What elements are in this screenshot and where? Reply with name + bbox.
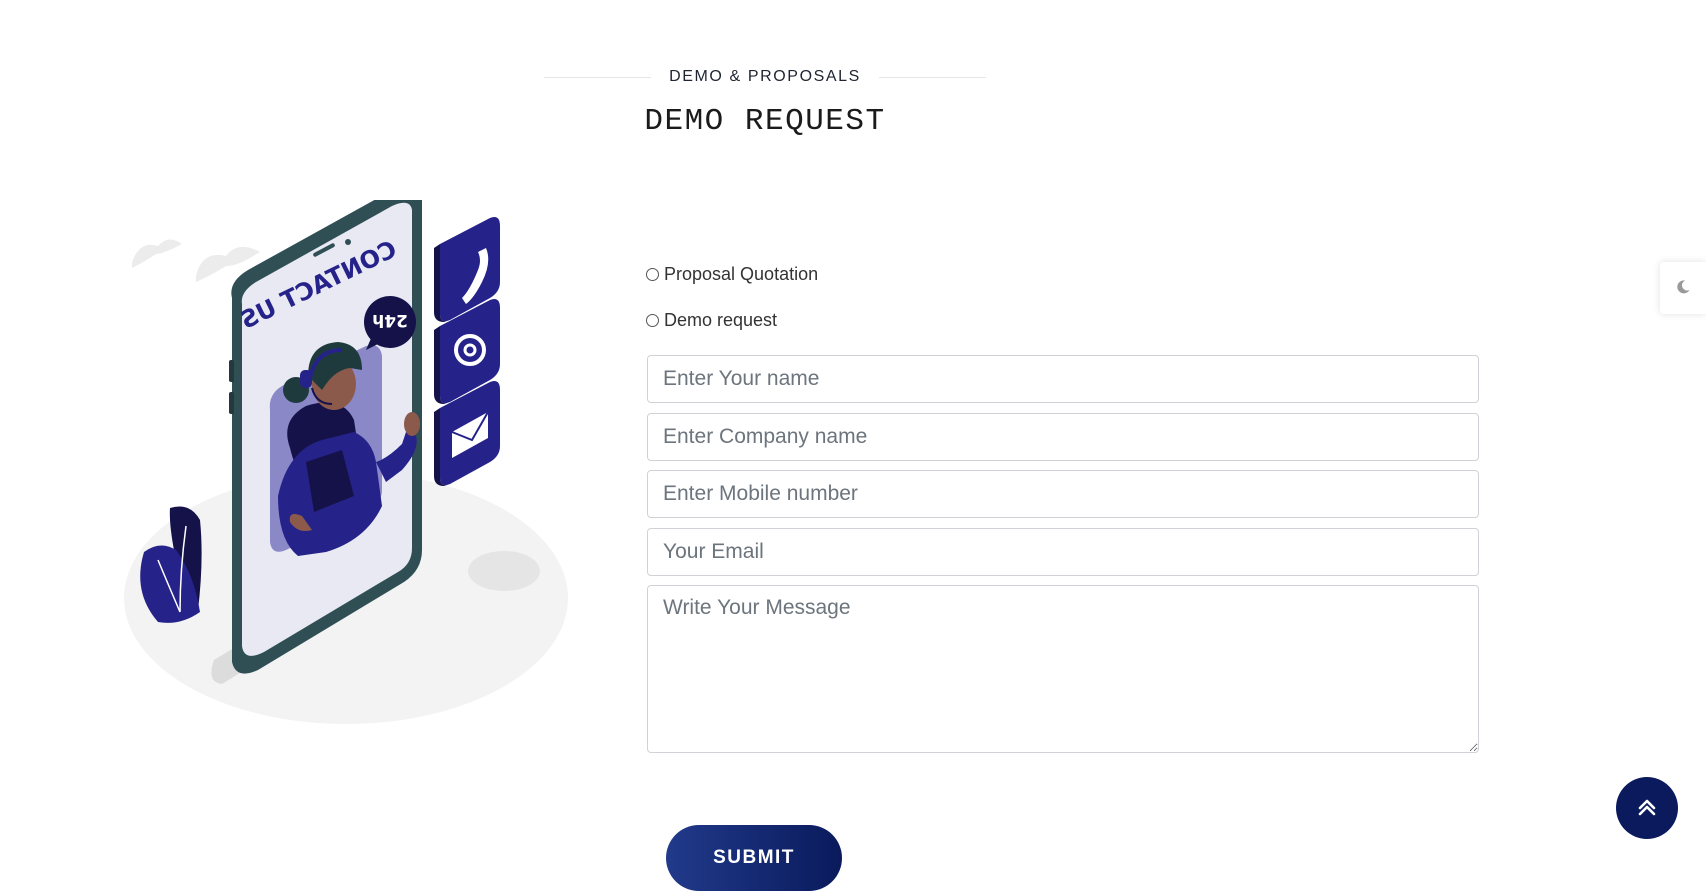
radio-label: Demo request — [664, 310, 778, 330]
radio-button[interactable] — [646, 268, 659, 281]
plant-icon — [140, 506, 202, 623]
submit-button[interactable]: SUBMIT — [666, 825, 842, 891]
message-textarea[interactable] — [647, 585, 1479, 753]
theme-toggle-button[interactable] — [1660, 262, 1706, 314]
scroll-to-top-button[interactable] — [1616, 777, 1678, 839]
company-input[interactable] — [647, 413, 1479, 461]
divider-right — [879, 77, 986, 78]
double-chevron-up-icon — [1636, 796, 1658, 821]
name-input[interactable] — [647, 355, 1479, 403]
radio-option-demo-request[interactable]: Demo request — [646, 310, 777, 331]
radio-button[interactable] — [646, 314, 659, 327]
mobile-input[interactable] — [647, 470, 1479, 518]
radio-option-proposal-quotation[interactable]: Proposal Quotation — [646, 264, 818, 285]
section-header: DEMO & PROPOSALS — [544, 66, 986, 86]
contact-illustration: CONTACT US 24h — [110, 185, 580, 740]
email-input[interactable] — [647, 528, 1479, 576]
radio-label: Proposal Quotation — [664, 264, 819, 284]
page-title: DEMO REQUEST — [644, 104, 886, 139]
svg-text:24h: 24h — [372, 310, 408, 330]
moon-icon — [1675, 279, 1691, 298]
